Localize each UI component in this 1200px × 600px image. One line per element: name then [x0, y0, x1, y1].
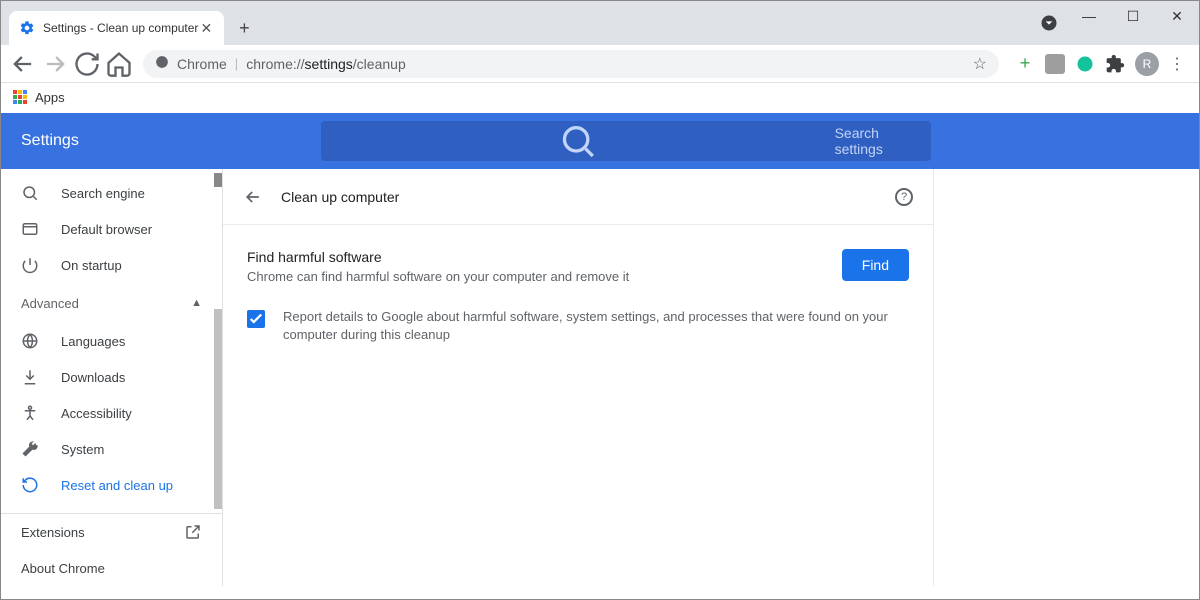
search-placeholder: Search settings: [835, 125, 915, 157]
home-button[interactable]: [105, 50, 133, 78]
download-icon: [21, 368, 39, 386]
report-checkbox[interactable]: [247, 310, 265, 328]
panel-header: Clean up computer ?: [223, 169, 933, 225]
gear-icon: [19, 20, 35, 36]
panel-title: Clean up computer: [281, 189, 399, 205]
new-tab-button[interactable]: +: [230, 14, 258, 42]
scrollbar-arrow[interactable]: [214, 173, 222, 187]
wrench-icon: [21, 440, 39, 458]
settings-header: Settings Search settings: [1, 113, 1199, 169]
extension-icon[interactable]: +: [1015, 54, 1035, 74]
chrome-menu-button[interactable]: ⋮: [1163, 50, 1191, 78]
extensions-puzzle-icon[interactable]: [1105, 54, 1125, 74]
bookmark-star-icon[interactable]: ☆: [973, 54, 987, 74]
external-link-icon: [184, 523, 202, 541]
sidebar-item-downloads[interactable]: Downloads: [1, 359, 222, 395]
reload-button[interactable]: [73, 50, 101, 78]
restore-icon: [21, 476, 39, 494]
sidebar-item-on-startup[interactable]: On startup: [1, 247, 222, 283]
extension-icons: +: [1015, 54, 1125, 74]
settings-page: Settings Search settings Search engine D…: [1, 113, 1199, 586]
back-arrow-icon[interactable]: [243, 187, 263, 207]
url-scheme-label: Chrome: [177, 56, 227, 72]
sidebar: Search engine Default browser On startup…: [1, 169, 223, 586]
accessibility-icon: [21, 404, 39, 422]
setting-title: Find harmful software: [247, 249, 629, 265]
power-icon: [21, 256, 39, 274]
report-checkbox-row: Report details to Google about harmful s…: [247, 308, 909, 344]
sidebar-item-system[interactable]: System: [1, 431, 222, 467]
bookmarks-bar: Apps: [1, 83, 1199, 113]
scrollbar-thumb[interactable]: [214, 309, 222, 509]
apps-shortcut[interactable]: Apps: [13, 90, 65, 106]
globe-icon: [21, 332, 39, 350]
profile-indicator-icon[interactable]: [1039, 13, 1059, 33]
find-harmful-row: Find harmful software Chrome can find ha…: [247, 249, 909, 284]
sidebar-item-default-browser[interactable]: Default browser: [1, 211, 222, 247]
extension-icon[interactable]: [1045, 54, 1065, 74]
browser-toolbar: Chrome | chrome://settings/cleanup ☆ + R…: [1, 45, 1199, 83]
sidebar-section-advanced[interactable]: Advanced ▲: [1, 283, 222, 323]
find-button[interactable]: Find: [842, 249, 909, 281]
help-icon[interactable]: ?: [895, 188, 913, 206]
url-text: chrome://settings/cleanup: [246, 56, 406, 72]
tab-title: Settings - Clean up computer: [43, 21, 198, 35]
report-checkbox-label: Report details to Google about harmful s…: [283, 308, 909, 344]
setting-subtitle: Chrome can find harmful software on your…: [247, 269, 629, 284]
sidebar-item-extensions[interactable]: Extensions: [1, 514, 222, 550]
browser-tab[interactable]: Settings - Clean up computer ✕: [9, 11, 224, 45]
profile-avatar[interactable]: R: [1135, 52, 1159, 76]
back-button[interactable]: [9, 50, 37, 78]
site-info-icon[interactable]: [155, 55, 169, 72]
sidebar-item-search-engine[interactable]: Search engine: [1, 175, 222, 211]
sidebar-item-languages[interactable]: Languages: [1, 323, 222, 359]
search-icon: [21, 184, 39, 202]
close-icon[interactable]: ✕: [198, 20, 214, 36]
titlebar: Settings - Clean up computer ✕ + — ☐ ✕: [1, 1, 1199, 45]
sidebar-item-about-chrome[interactable]: About Chrome: [1, 550, 222, 586]
browser-icon: [21, 220, 39, 238]
window-controls: — ☐ ✕: [1067, 1, 1199, 31]
minimize-button[interactable]: —: [1067, 1, 1111, 31]
settings-title: Settings: [21, 132, 79, 150]
sidebar-item-accessibility[interactable]: Accessibility: [1, 395, 222, 431]
forward-button[interactable]: [41, 50, 69, 78]
extension-icon[interactable]: [1075, 54, 1095, 74]
search-settings-input[interactable]: Search settings: [321, 121, 931, 161]
address-bar[interactable]: Chrome | chrome://settings/cleanup ☆: [143, 50, 999, 78]
apps-grid-icon: [13, 90, 29, 106]
maximize-button[interactable]: ☐: [1111, 1, 1155, 31]
right-gutter: [933, 169, 1199, 586]
main-content: Clean up computer ? Find harmful softwar…: [223, 169, 1199, 586]
chevron-up-icon: ▲: [191, 297, 202, 309]
sidebar-item-reset-cleanup[interactable]: Reset and clean up: [1, 467, 222, 503]
close-window-button[interactable]: ✕: [1155, 1, 1199, 31]
